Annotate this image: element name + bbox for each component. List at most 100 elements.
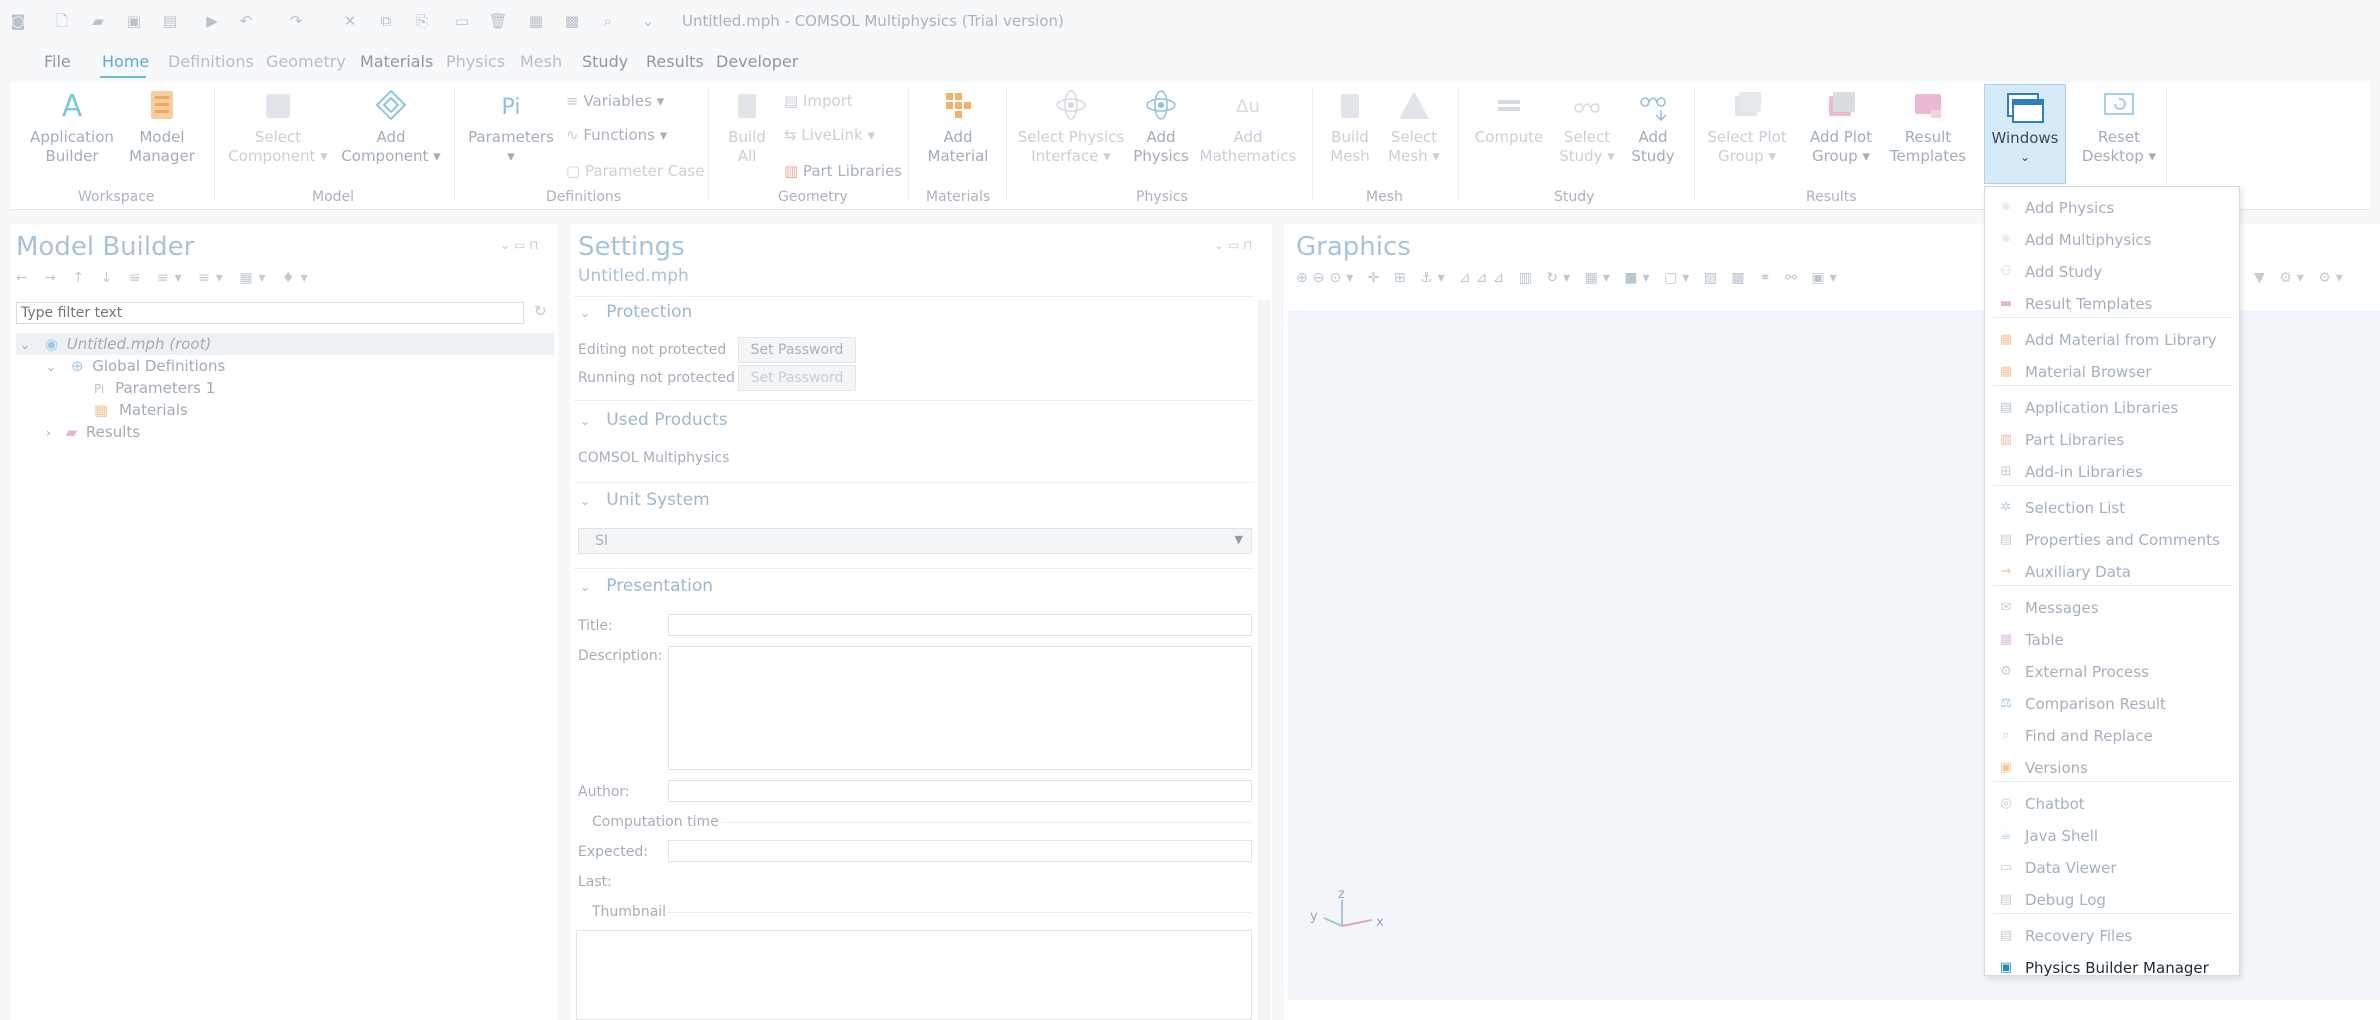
- application-builder-button[interactable]: A Application Builder: [22, 88, 122, 166]
- open-folder-icon[interactable]: ▰: [88, 11, 108, 31]
- add-mathematics-button[interactable]: Δu Add Mathematics: [1198, 88, 1298, 166]
- build-all-button[interactable]: Build All: [716, 88, 778, 166]
- new-file-icon[interactable]: 🗋: [52, 11, 72, 31]
- set-password-editing-button[interactable]: Set Password: [738, 337, 856, 363]
- tree-item-materials[interactable]: ▦ Materials: [94, 401, 188, 419]
- windows-menu-item[interactable]: ▦ Material Browser: [1985, 357, 2239, 387]
- tree-item-root[interactable]: ⌄ ◉ Untitled.mph (root): [20, 335, 211, 353]
- add-plot-group-button[interactable]: Add Plot Group ▾: [1796, 88, 1886, 166]
- redo-icon[interactable]: ↷: [286, 11, 306, 31]
- reset-desktop-button[interactable]: Reset Desktop ▾: [2076, 88, 2162, 166]
- tab-materials[interactable]: Materials: [360, 52, 433, 71]
- set-password-running-button[interactable]: Set Password: [738, 365, 856, 391]
- tab-physics[interactable]: Physics: [446, 52, 505, 71]
- windows-menu-item[interactable]: ▤ Debug Log: [1985, 885, 2239, 915]
- tab-geometry[interactable]: Geometry: [266, 52, 346, 71]
- thumbnail-area[interactable]: [576, 930, 1252, 1020]
- windows-menu-item[interactable]: ▣ Physics Builder Manager: [1985, 953, 2239, 983]
- build-icon[interactable]: ▩: [562, 11, 582, 31]
- section-unit-system[interactable]: ⌄ Unit System: [580, 490, 710, 510]
- panel-controls-icon[interactable]: ⌄ ▭ ⊓: [1214, 238, 1252, 252]
- windows-menu-item[interactable]: ⚖ Comparison Result: [1985, 689, 2239, 719]
- tree-item-global-definitions[interactable]: ⌄ ⊕ Global Definitions: [46, 357, 225, 375]
- windows-menu-item[interactable]: ⊞ Add-in Libraries: [1985, 457, 2239, 487]
- expected-input[interactable]: [668, 840, 1252, 862]
- part-libraries-button[interactable]: ▥ Part Libraries: [784, 162, 902, 180]
- tab-home[interactable]: Home: [102, 52, 149, 71]
- windows-menu-item[interactable]: ▦ Add Material from Library: [1985, 325, 2239, 355]
- section-presentation[interactable]: ⌄ Presentation: [580, 576, 713, 596]
- windows-menu-item[interactable]: ⚛ Add Multiphysics: [1985, 225, 2239, 255]
- tree-item-parameters[interactable]: Pi Parameters 1: [94, 379, 215, 397]
- parameter-case-button[interactable]: ▢ Parameter Case: [566, 162, 704, 180]
- customize-icon[interactable]: ⌄: [638, 11, 658, 31]
- parameters-button[interactable]: Pi Parameters ▾: [466, 88, 556, 166]
- window-layout-icon[interactable]: ▦: [526, 11, 546, 31]
- settings-scrollbar[interactable]: [1258, 300, 1270, 1020]
- livelink-button[interactable]: ⇆ LiveLink ▾: [784, 126, 875, 144]
- add-physics-button[interactable]: Add Physics: [1128, 88, 1194, 166]
- find-icon[interactable]: ⌕: [598, 11, 618, 31]
- paste-icon[interactable]: ⎘: [412, 11, 432, 31]
- variables-button[interactable]: ≡ Variables ▾: [566, 92, 664, 110]
- windows-menu-item[interactable]: ⚙ External Process: [1985, 657, 2239, 687]
- select-plot-group-button[interactable]: Select Plot Group ▾: [1700, 88, 1794, 166]
- windows-menu-item[interactable]: ▤ Properties and Comments: [1985, 525, 2239, 555]
- delete-icon[interactable]: 🗑: [488, 11, 508, 31]
- cut-icon[interactable]: ✕: [340, 11, 360, 31]
- windows-menu-item[interactable]: ▬ Result Templates: [1985, 289, 2239, 319]
- windows-menu-item[interactable]: ⌕ Find and Replace: [1985, 721, 2239, 751]
- file-menu[interactable]: File: [44, 52, 71, 71]
- model-manager-button[interactable]: Model Manager: [118, 88, 206, 166]
- windows-menu-item[interactable]: ✲ Selection List: [1985, 493, 2239, 523]
- section-protection[interactable]: ⌄ Protection: [580, 302, 692, 322]
- tab-developer[interactable]: Developer: [716, 52, 798, 71]
- section-used-products[interactable]: ⌄ Used Products: [580, 410, 728, 430]
- windows-menu-item[interactable]: ▭ Data Viewer: [1985, 853, 2239, 883]
- add-material-button[interactable]: Add Material: [916, 88, 1000, 166]
- windows-menu-item[interactable]: ⚛ Add Physics: [1985, 193, 2239, 223]
- windows-menu-item[interactable]: ◎ Chatbot: [1985, 789, 2239, 819]
- compute-button[interactable]: Compute: [1466, 88, 1552, 147]
- tab-mesh[interactable]: Mesh: [520, 52, 562, 71]
- duplicate-icon[interactable]: ▭: [452, 11, 472, 31]
- save-as-icon[interactable]: ▤: [160, 11, 180, 31]
- windows-button[interactable]: Windows ⌄: [1984, 84, 2066, 184]
- select-physics-interface-button[interactable]: Select Physics Interface ▾: [1016, 88, 1126, 166]
- chevron-down-icon[interactable]: ⌄: [46, 360, 56, 374]
- model-builder-toolbar[interactable]: ← → ↑ ↓ ≡ ≡▾ ≡▾ ▦▾ ♦▾: [16, 270, 314, 286]
- add-study-button[interactable]: Add Study: [1620, 88, 1686, 166]
- panel-controls-icon[interactable]: ⌄ ▭ ⊓: [500, 238, 538, 252]
- chevron-right-icon[interactable]: ›: [46, 426, 51, 440]
- result-templates-button[interactable]: Result Templates: [1884, 88, 1972, 166]
- tab-definitions[interactable]: Definitions: [168, 52, 254, 71]
- windows-menu-item[interactable]: ⇝ Auxiliary Data: [1985, 557, 2239, 587]
- unit-system-select[interactable]: SI ▼: [578, 528, 1252, 554]
- author-input[interactable]: [668, 780, 1252, 802]
- build-mesh-button[interactable]: Build Mesh: [1318, 88, 1382, 166]
- windows-menu-item[interactable]: ▤ Application Libraries: [1985, 393, 2239, 423]
- import-button[interactable]: ▤ Import: [784, 92, 853, 110]
- copy-icon[interactable]: ⧉: [376, 11, 396, 31]
- add-component-button[interactable]: Add Component ▾: [336, 88, 446, 166]
- tree-item-results[interactable]: › ▰ Results: [46, 423, 140, 441]
- graphics-toolbar[interactable]: ⊕⊖⊙▾ ✛ ⊞ ⚓▾ ⊿⊿⊿ ▥ ↻▾ ▦▾ ■▾ ▢▾ ▨ ▩ ⚭ ⚯ ▣▾: [1296, 270, 1842, 286]
- refresh-icon[interactable]: ↻: [534, 302, 547, 320]
- select-mesh-button[interactable]: Select Mesh ▾: [1382, 88, 1446, 166]
- windows-menu-item[interactable]: ☕ Java Shell: [1985, 821, 2239, 851]
- windows-menu-item[interactable]: ▣ Versions: [1985, 753, 2239, 783]
- select-component-button[interactable]: Select Component ▾: [228, 88, 328, 166]
- undo-icon[interactable]: ↶: [236, 11, 256, 31]
- play-icon[interactable]: ▶: [202, 11, 222, 31]
- functions-button[interactable]: ∿ Functions ▾: [566, 126, 667, 144]
- chevron-down-icon[interactable]: ⌄: [20, 338, 30, 352]
- windows-menu-item[interactable]: ▤ Recovery Files: [1985, 921, 2239, 951]
- windows-menu-item[interactable]: ▦ Table: [1985, 625, 2239, 655]
- description-textarea[interactable]: [668, 646, 1252, 770]
- windows-menu-item[interactable]: ▥ Part Libraries: [1985, 425, 2239, 455]
- tab-study[interactable]: Study: [582, 52, 628, 71]
- filter-input[interactable]: [16, 302, 524, 324]
- windows-menu-item[interactable]: ✉ Messages: [1985, 593, 2239, 623]
- graphics-toolbar-right[interactable]: ▼ ⚙▾ ⚙▾: [2254, 270, 2348, 286]
- tab-results[interactable]: Results: [646, 52, 704, 71]
